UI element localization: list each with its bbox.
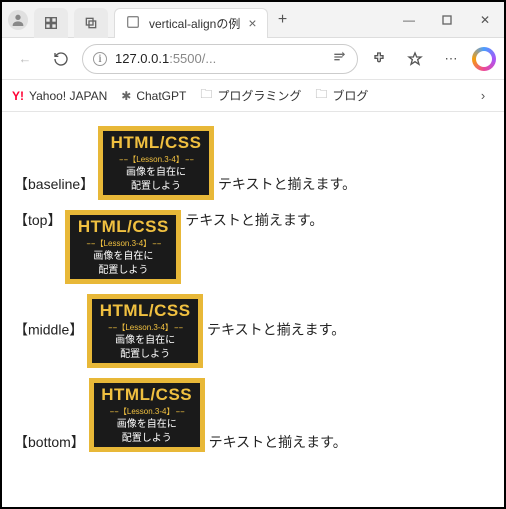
- bookmark-programming[interactable]: 🗀プログラミング: [200, 85, 301, 106]
- text-middle: テキストと揃えます。: [207, 322, 345, 338]
- row-middle: 【middle】 HTML/CSS 【Lesson.3-4】 画像を自在に 配置…: [14, 294, 492, 368]
- refresh-button[interactable]: [46, 44, 76, 74]
- maximize-button[interactable]: [428, 2, 466, 38]
- title-bar: vertical-alignの例 × + ― ✕: [2, 2, 504, 38]
- badge-image: HTML/CSS 【Lesson.3-4】 画像を自在に 配置しよう: [65, 210, 181, 284]
- active-tab[interactable]: vertical-alignの例 ×: [114, 8, 268, 38]
- text-baseline: テキストと揃えます。: [218, 176, 356, 192]
- bookmark-yahoo[interactable]: Y!Yahoo! JAPAN: [12, 89, 107, 103]
- url-input[interactable]: i 127.0.0.1:5500/...: [82, 44, 358, 74]
- url-text: 127.0.0.1:5500/...: [115, 51, 216, 66]
- bookmark-blog[interactable]: 🗀ブログ: [315, 85, 368, 106]
- menu-icon[interactable]: ⋯: [436, 44, 466, 74]
- tab-title: vertical-alignの例: [149, 15, 240, 32]
- copilot-icon[interactable]: [472, 47, 496, 71]
- tab-close-icon[interactable]: ×: [248, 15, 256, 31]
- read-aloud-icon[interactable]: [331, 49, 347, 68]
- page-content: 【baseline】 HTML/CSS 【Lesson.3-4】 画像を自在に …: [2, 112, 504, 476]
- minimize-button[interactable]: ―: [390, 2, 428, 38]
- close-button[interactable]: ✕: [466, 2, 504, 38]
- label-middle: 【middle】: [14, 322, 83, 338]
- row-baseline: 【baseline】 HTML/CSS 【Lesson.3-4】 画像を自在に …: [14, 126, 492, 200]
- row-bottom: 【bottom】 HTML/CSS 【Lesson.3-4】 画像を自在に 配置…: [14, 378, 492, 452]
- label-top: 【top】: [14, 212, 61, 228]
- workspaces-icon[interactable]: [34, 8, 68, 38]
- window-controls: ― ✕: [390, 2, 504, 38]
- bookmarks-bar: Y!Yahoo! JAPAN ✱ChatGPT 🗀プログラミング 🗀ブログ ›: [2, 80, 504, 112]
- text-bottom: テキストと揃えます。: [209, 434, 347, 450]
- label-bottom: 【bottom】: [14, 434, 85, 450]
- bookmarks-overflow-icon[interactable]: ›: [472, 88, 494, 103]
- site-info-icon[interactable]: i: [93, 52, 107, 66]
- profile-avatar[interactable]: [8, 10, 28, 30]
- address-bar: ← i 127.0.0.1:5500/... ⋯: [2, 38, 504, 80]
- badge-image: HTML/CSS 【Lesson.3-4】 画像を自在に 配置しよう: [89, 378, 205, 452]
- new-tab-button[interactable]: +: [268, 11, 298, 29]
- text-top: テキストと揃えます。: [185, 212, 323, 228]
- back-button[interactable]: ←: [10, 44, 40, 74]
- badge-image: HTML/CSS 【Lesson.3-4】 画像を自在に 配置しよう: [87, 294, 203, 368]
- tab-overview-icon[interactable]: [74, 8, 108, 38]
- label-baseline: 【baseline】: [14, 176, 94, 192]
- badge-image: HTML/CSS 【Lesson.3-4】 画像を自在に 配置しよう: [98, 126, 214, 200]
- row-top: 【top】 HTML/CSS 【Lesson.3-4】 画像を自在に 配置しよう…: [14, 210, 492, 284]
- favorites-icon[interactable]: [400, 44, 430, 74]
- extensions-icon[interactable]: [364, 44, 394, 74]
- bookmark-chatgpt[interactable]: ✱ChatGPT: [121, 89, 186, 103]
- tab-favicon: [125, 14, 141, 33]
